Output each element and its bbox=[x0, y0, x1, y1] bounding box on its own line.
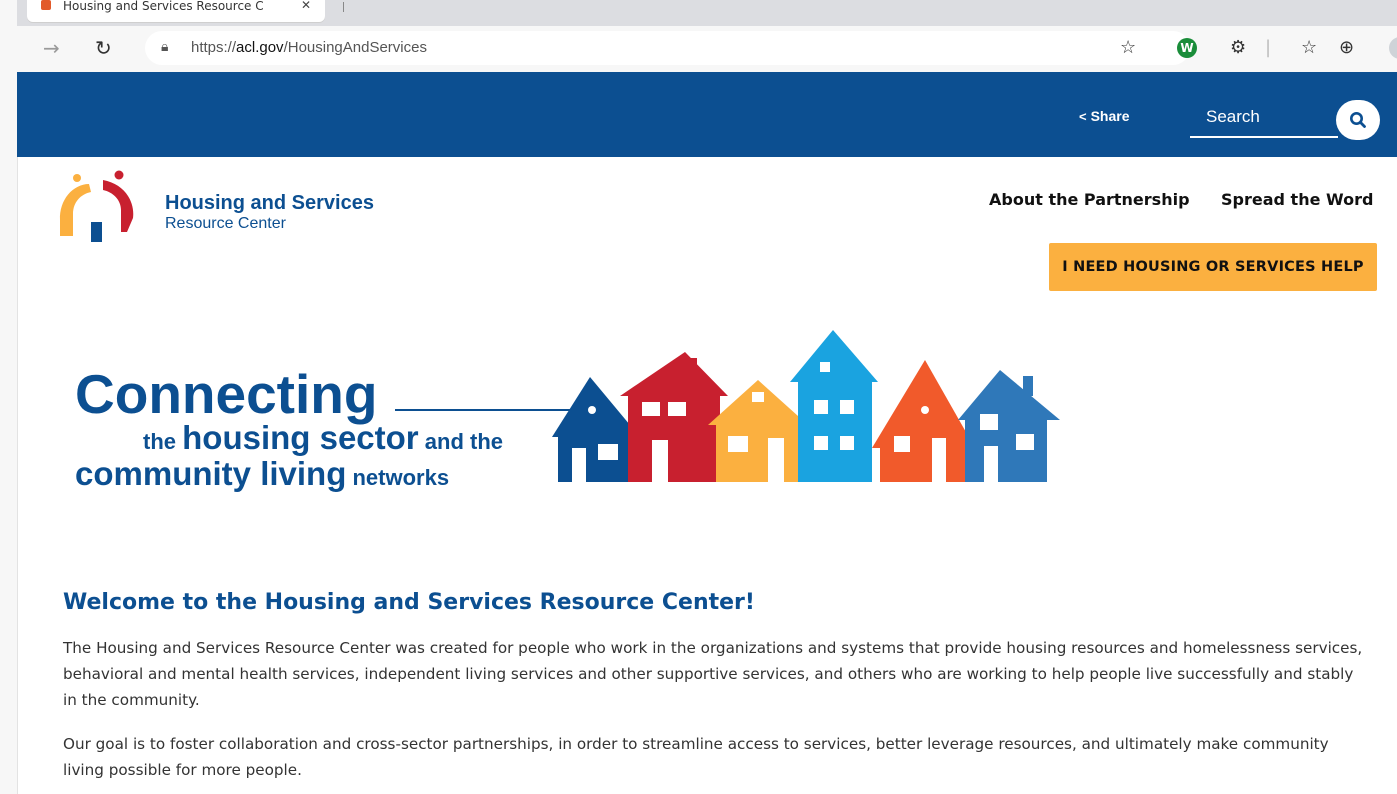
site-top-bar: < Share bbox=[17, 72, 1397, 157]
favorites-list-icon[interactable]: ☆ bbox=[1301, 37, 1317, 58]
url-text: https://acl.gov/HousingAndServices bbox=[191, 39, 427, 56]
search-icon bbox=[1350, 112, 1366, 128]
search-input[interactable] bbox=[1204, 106, 1338, 128]
housing-help-button[interactable]: I NEED HOUSING OR SERVICES HELP bbox=[1049, 243, 1377, 291]
toolbar-divider: | bbox=[1265, 37, 1272, 58]
forward-icon[interactable]: → bbox=[43, 36, 60, 60]
browser-tab[interactable]: Housing and Services Resource C ✕ bbox=[27, 0, 325, 22]
intro-paragraph: The Housing and Services Resource Center… bbox=[63, 639, 1363, 709]
refresh-icon[interactable]: ↻ bbox=[95, 36, 112, 60]
tab-strip: Housing and Services Resource C ✕ bbox=[17, 0, 1397, 26]
logo-subtitle[interactable]: Resource Center bbox=[165, 215, 286, 233]
goal-paragraph: Our goal is to foster collaboration and … bbox=[63, 735, 1329, 779]
lock-icon: 🔒︎ bbox=[161, 39, 169, 55]
welcome-heading: Welcome to the Housing and Services Reso… bbox=[63, 590, 755, 615]
share-button[interactable]: < Share bbox=[1079, 108, 1130, 124]
extensions-puzzle-icon[interactable]: ⚙ bbox=[1230, 37, 1246, 58]
profile-avatar[interactable] bbox=[1389, 37, 1397, 59]
search-field bbox=[1190, 100, 1338, 138]
favorite-star-icon[interactable]: ☆ bbox=[1120, 37, 1136, 58]
banner-line-3: community living networks bbox=[75, 455, 450, 492]
sky-house bbox=[790, 330, 878, 482]
banner-line-1: Connecting bbox=[75, 363, 378, 425]
nav-spread-the-word[interactable]: Spread the Word bbox=[1221, 190, 1373, 209]
tab-title: Housing and Services Resource C bbox=[63, 0, 264, 13]
browser-toolbar: → ↻ 🔒︎ https://acl.gov/HousingAndService… bbox=[17, 26, 1397, 73]
address-bar[interactable]: 🔒︎ https://acl.gov/HousingAndServices bbox=[145, 31, 1190, 65]
coral-house bbox=[872, 360, 975, 482]
search-button[interactable] bbox=[1336, 100, 1380, 140]
houses-illustration bbox=[552, 330, 1060, 482]
extension-w-icon[interactable]: W bbox=[1177, 38, 1197, 58]
steel-house bbox=[958, 370, 1060, 482]
collections-icon[interactable]: ⊕ bbox=[1339, 37, 1354, 58]
close-tab-icon[interactable]: ✕ bbox=[301, 0, 311, 12]
share-label: Share bbox=[1090, 108, 1130, 124]
logo-title[interactable]: Housing and Services bbox=[165, 192, 374, 215]
hsrc-logo[interactable] bbox=[55, 170, 140, 245]
share-icon: < bbox=[1079, 109, 1087, 124]
tab-divider bbox=[343, 2, 344, 12]
banner-line-2: the housing sector and the bbox=[143, 419, 503, 456]
red-house bbox=[620, 352, 728, 482]
favicon-icon bbox=[41, 0, 51, 10]
nav-about-partnership[interactable]: About the Partnership bbox=[989, 190, 1190, 209]
window-edge bbox=[0, 0, 18, 794]
